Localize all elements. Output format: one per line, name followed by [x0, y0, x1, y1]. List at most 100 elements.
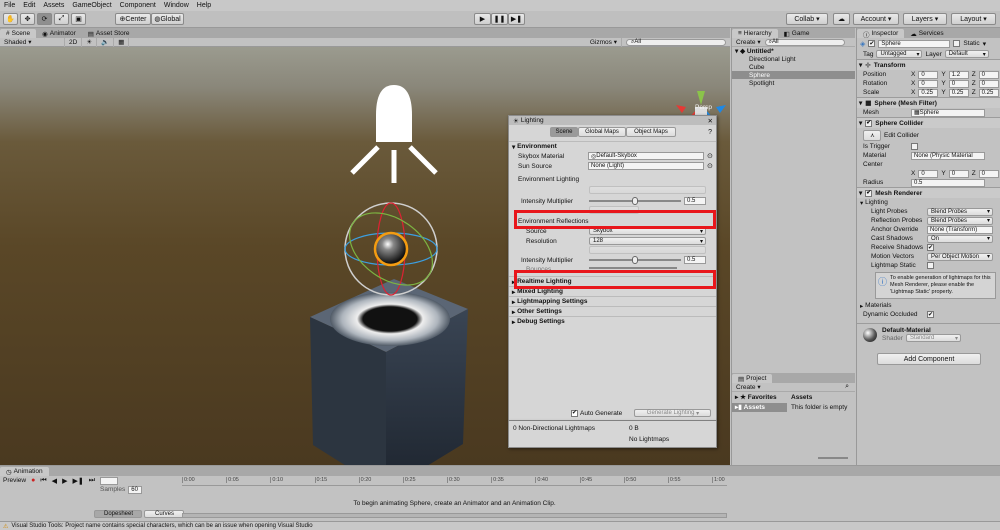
- persp-label[interactable]: Persp: [695, 104, 712, 111]
- cloud-icon[interactable]: ☁: [833, 13, 850, 25]
- menu-help[interactable]: Help: [197, 2, 211, 9]
- active-checkbox[interactable]: ✔: [868, 40, 876, 47]
- layout-button[interactable]: Layout ▾: [951, 13, 996, 25]
- slider-knob[interactable]: [632, 197, 638, 205]
- hierarchy-item-directional-light[interactable]: Directional Light: [732, 55, 855, 63]
- tab-hierarchy[interactable]: ≡ Hierarchy: [732, 29, 778, 38]
- rotation-y-field[interactable]: 0: [948, 79, 969, 88]
- reflection-probes-dropdown[interactable]: Blend Probes ▾: [927, 216, 993, 225]
- hierarchy-search-input[interactable]: ⌕ All: [764, 38, 845, 46]
- shader-dropdown[interactable]: Standard ▾: [905, 334, 961, 342]
- skybox-field[interactable]: ◎ Default-Skybox: [588, 152, 704, 160]
- sphere-collider-header[interactable]: ▾ ✔ Sphere Collider: [857, 117, 1000, 128]
- tab-animation[interactable]: ◷ Animation: [0, 467, 49, 476]
- debug-settings-foldout[interactable]: ▸ Debug Settings: [509, 316, 716, 326]
- tab-lighting-scene[interactable]: Scene: [549, 127, 578, 137]
- radius-field[interactable]: 0.5: [911, 178, 985, 187]
- light-probes-dropdown[interactable]: Blend Probes ▾: [927, 207, 993, 216]
- menu-component[interactable]: Component: [120, 2, 156, 9]
- scale-tool-icon[interactable]: ⤢: [54, 13, 69, 25]
- object-picker-icon[interactable]: ⊙: [704, 162, 713, 170]
- tag-dropdown[interactable]: Untagged ▾: [876, 50, 923, 58]
- prev-key-icon[interactable]: ◀: [52, 477, 57, 485]
- other-settings-foldout[interactable]: ▸ Other Settings: [509, 306, 716, 316]
- position-x-field[interactable]: 0: [918, 70, 939, 79]
- intensity-field[interactable]: 0.5: [684, 197, 706, 205]
- hierarchy-create-dropdown[interactable]: Create ▾: [736, 38, 761, 46]
- tab-curves[interactable]: Curves: [144, 510, 184, 518]
- project-search-icon[interactable]: ⌕: [845, 383, 855, 391]
- transform-header[interactable]: ▾ ⊹ Transform: [857, 59, 1000, 70]
- add-component-button[interactable]: Add Component: [876, 353, 981, 365]
- scale-y-field[interactable]: 0.25: [948, 88, 969, 97]
- tab-dopesheet[interactable]: Dopesheet: [94, 510, 142, 518]
- rotation-z-field[interactable]: 0: [978, 79, 999, 88]
- pause-button[interactable]: ❚❚: [491, 13, 508, 25]
- tab-project[interactable]: ▤ Project: [732, 374, 773, 383]
- generate-lighting-button[interactable]: Generate Lighting ▾: [634, 409, 711, 417]
- center-z-field[interactable]: 0: [978, 169, 999, 178]
- menu-file[interactable]: File: [4, 2, 15, 9]
- mesh-renderer-header[interactable]: ▾ ✔ Mesh Renderer: [857, 187, 1000, 198]
- scene-search-input[interactable]: ⌕ All: [626, 38, 726, 46]
- project-create-dropdown[interactable]: Create ▾: [736, 383, 761, 391]
- pivot-global-button[interactable]: ◍ Global: [151, 13, 184, 25]
- help-icon[interactable]: ?: [708, 129, 712, 136]
- sun-source-field[interactable]: None (Light): [588, 162, 704, 170]
- scale-z-field[interactable]: 0.25: [978, 88, 999, 97]
- lighting-toggle-icon[interactable]: ☀: [82, 37, 98, 47]
- record-icon[interactable]: ●: [31, 477, 35, 484]
- object-picker-icon[interactable]: ⊙: [704, 152, 713, 160]
- hand-tool-icon[interactable]: ✋: [3, 13, 18, 25]
- collab-button[interactable]: Collab ▾: [786, 13, 828, 25]
- menu-gameobject[interactable]: GameObject: [72, 2, 111, 9]
- reflection-intensity-slider[interactable]: [589, 256, 681, 264]
- preview-toggle[interactable]: Preview: [3, 477, 26, 484]
- menu-assets[interactable]: Assets: [43, 2, 64, 9]
- close-icon[interactable]: ✕: [708, 117, 716, 125]
- lighting-foldout[interactable]: ▾ Lighting: [857, 198, 1000, 207]
- zoom-slider[interactable]: [818, 457, 848, 459]
- menu-edit[interactable]: Edit: [23, 2, 35, 9]
- scale-x-field[interactable]: 0.25: [918, 88, 939, 97]
- cast-shadows-dropdown[interactable]: On ▾: [927, 234, 993, 243]
- intensity-slider[interactable]: [589, 197, 681, 205]
- materials-foldout[interactable]: ▸ Materials: [857, 301, 1000, 310]
- first-key-icon[interactable]: ⏮: [40, 477, 46, 485]
- play-animation-icon[interactable]: ▶: [62, 477, 67, 485]
- menu-window[interactable]: Window: [164, 2, 189, 9]
- center-x-field[interactable]: 0: [918, 169, 939, 178]
- tab-object-maps[interactable]: Object Maps: [625, 127, 676, 137]
- resolution-dropdown[interactable]: 128 ▾: [589, 237, 706, 245]
- scene-viewport[interactable]: Persp ☀ Lighting ✕ Scene Global Maps Obje…: [0, 47, 730, 465]
- lightmapping-settings-foldout[interactable]: ▸ Lightmapping Settings: [509, 296, 716, 306]
- mesh-field[interactable]: ▦ Sphere: [911, 108, 985, 117]
- tab-inspector[interactable]: ⓘ Inspector: [857, 29, 905, 39]
- gizmos-dropdown[interactable]: Gizmos ▾: [586, 37, 622, 47]
- tab-services[interactable]: ☁ Services: [904, 29, 949, 38]
- slider-knob[interactable]: [632, 256, 638, 264]
- is-trigger-checkbox[interactable]: [911, 143, 918, 150]
- account-button[interactable]: Account ▾: [853, 13, 899, 25]
- favorites-folder[interactable]: ▸ ★ Favorites: [732, 393, 787, 401]
- reflection-intensity-field[interactable]: 0.5: [684, 256, 706, 264]
- hierarchy-item-sphere[interactable]: Sphere: [732, 71, 855, 79]
- physic-material-field[interactable]: None (Physic Material: [911, 151, 985, 160]
- step-button[interactable]: ▶❚: [508, 13, 525, 25]
- environment-foldout[interactable]: ▾ Environment: [509, 141, 716, 151]
- samples-field[interactable]: 60: [128, 485, 143, 494]
- layers-button[interactable]: Layers ▾: [903, 13, 947, 25]
- last-key-icon[interactable]: ⏭: [89, 477, 95, 485]
- hierarchy-item-cube[interactable]: Cube: [732, 63, 855, 71]
- tab-global-maps[interactable]: Global Maps: [577, 127, 626, 137]
- dynamic-occluded-checkbox[interactable]: ✔: [927, 311, 934, 318]
- 2d-toggle[interactable]: 2D: [65, 37, 83, 47]
- pivot-center-button[interactable]: ⊕ Center: [115, 13, 151, 25]
- anchor-override-field[interactable]: None (Transform): [927, 225, 993, 234]
- status-message[interactable]: Visual Studio Tools: Project name contai…: [11, 523, 312, 529]
- play-button[interactable]: ▶: [474, 13, 491, 25]
- object-name-field[interactable]: Sphere: [878, 39, 951, 48]
- position-z-field[interactable]: 0: [978, 70, 999, 79]
- rotation-x-field[interactable]: 0: [918, 79, 939, 88]
- edit-collider-button[interactable]: ⋏: [863, 129, 881, 141]
